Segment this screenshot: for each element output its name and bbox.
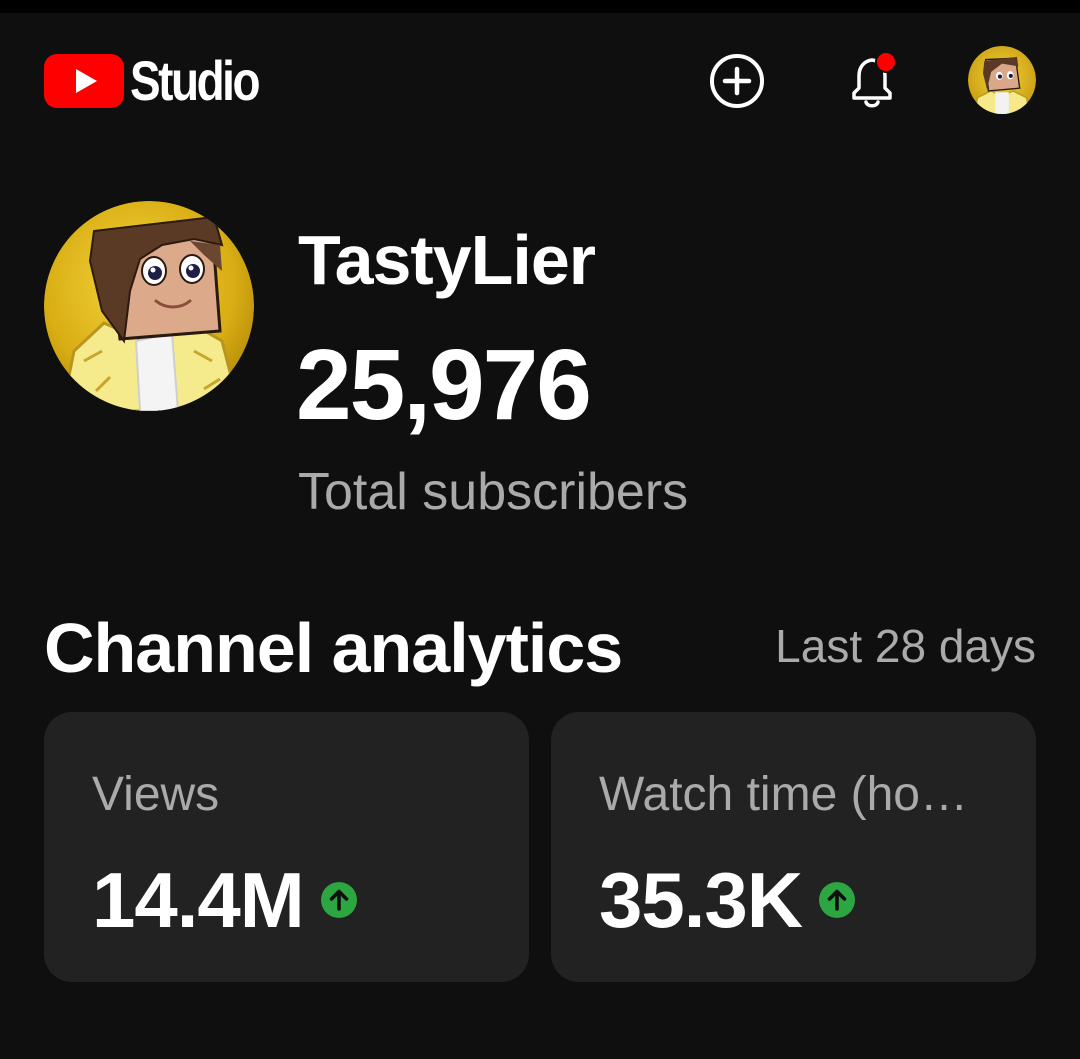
channel-avatar[interactable] [44,201,254,411]
card-value: 14.4M [92,856,305,944]
youtube-logo-icon [44,54,124,108]
studio-logo[interactable]: Studio [44,53,286,109]
subscriber-label: Total subscribers [298,463,689,521]
card-value: 35.3K [599,856,803,944]
trend-up-icon [320,882,357,918]
profile-avatar[interactable] [968,46,1036,114]
analytics-period: Last 28 days [775,620,1036,672]
watch-time-card[interactable]: Watch time (ho… 35.3K [551,712,1036,982]
subscriber-count: 25,976 [296,329,592,441]
analytics-title: Channel analytics [44,609,623,687]
app-header: Studio [0,13,1080,153]
create-icon[interactable] [707,51,767,111]
card-value-row: 35.3K [599,852,856,948]
channel-name: TastyLier [298,221,596,299]
card-value-row: 14.4M [92,852,358,948]
views-card[interactable]: Views 14.4M [44,712,529,982]
notification-dot [875,51,897,73]
app-name: Studio [130,49,261,112]
bell-icon[interactable] [840,47,904,115]
card-label: Watch time (ho… [599,768,968,821]
trend-up-icon [819,882,856,918]
card-label: Views [92,768,220,821]
status-bar [0,0,1080,13]
